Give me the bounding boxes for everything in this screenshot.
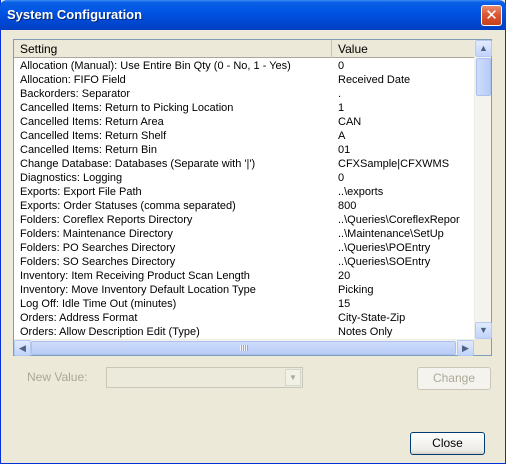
table-row[interactable]: Backorders: Separator. — [14, 87, 474, 101]
column-header-value[interactable]: Value — [332, 40, 474, 58]
value-cell: Received Date — [338, 74, 411, 86]
table-row[interactable]: Inventory: Item Receiving Product Scan L… — [14, 269, 474, 283]
window-title: System Configuration — [7, 7, 143, 22]
table-row[interactable]: Folders: PO Searches Directory ..\Queries… — [14, 241, 474, 255]
window-close-icon[interactable]: ✕ — [481, 5, 502, 26]
horizontal-scrollbar[interactable]: ◀ ▶ — [14, 339, 474, 356]
table-row[interactable]: Cancelled Items: Return to Picking Locat… — [14, 101, 474, 115]
system-configuration-dialog: System Configuration ✕ Setting Value All… — [0, 0, 506, 464]
vertical-scrollbar[interactable]: ▲ ▼ — [474, 40, 492, 339]
value-cell: 20 — [338, 270, 351, 282]
value-cell: ..\exports — [338, 186, 384, 198]
setting-cell: Exports: Order Statuses (comma separated… — [20, 200, 236, 212]
scrollbar-corner — [474, 339, 491, 355]
table-row[interactable]: Folders: Maintenance Directory ..\Mainten… — [14, 227, 474, 241]
setting-cell: Folders: SO Searches Directory — [20, 256, 176, 268]
settings-list[interactable]: Setting Value Allocation (Manual): Use E… — [13, 39, 492, 356]
table-row[interactable]: Cancelled Items: Return Bin 01 — [14, 143, 474, 157]
scroll-right-icon[interactable]: ▶ — [457, 340, 474, 356]
setting-cell: Log Off: Idle Time Out (minutes) — [20, 298, 177, 310]
table-row[interactable]: Cancelled Items: Return Shelf A — [14, 129, 474, 143]
table-row[interactable]: Exports: Export File Path ..\exports — [14, 185, 474, 199]
setting-cell: Cancelled Items: Return to Picking Locat… — [20, 102, 234, 114]
value-cell: 01 — [338, 144, 351, 156]
table-row[interactable]: Orders: Allow Description Edit (Type) Not… — [14, 325, 474, 339]
value-cell: 15 — [338, 298, 351, 310]
table-row[interactable]: Diagnostics: Logging 0 — [14, 171, 474, 185]
list-rows: Allocation (Manual): Use Entire Bin Qty … — [14, 59, 474, 341]
value-cell: 0 — [338, 60, 345, 72]
setting-cell: Exports: Export File Path — [20, 186, 142, 198]
value-cell: 0 — [338, 172, 345, 184]
scroll-up-icon[interactable]: ▲ — [475, 40, 492, 57]
title-bar[interactable]: System Configuration ✕ — [0, 0, 506, 30]
scroll-left-icon[interactable]: ◀ — [14, 340, 31, 356]
value-cell: 1 — [338, 102, 345, 114]
table-row[interactable]: Log Off: Idle Time Out (minutes) 15 — [14, 297, 474, 311]
setting-cell: Cancelled Items: Return Area — [20, 116, 164, 128]
setting-cell: Allocation (Manual): Use Entire Bin Qty … — [20, 60, 291, 72]
table-row[interactable]: Allocation (Manual): Use Entire Bin Qty … — [14, 59, 474, 73]
table-row[interactable]: Folders: Coreflex Reports Directory ..\Qu… — [14, 213, 474, 227]
setting-cell: Diagnostics: Logging — [20, 172, 123, 184]
value-cell: ..\Queries\POEntry — [338, 242, 431, 254]
value-cell: 800 — [338, 200, 357, 212]
setting-cell: Folders: PO Searches Directory — [20, 242, 176, 254]
value-cell: . — [338, 88, 342, 100]
value-cell: CFXSample|CFXWMS — [338, 158, 450, 170]
setting-cell: Inventory: Item Receiving Product Scan L… — [20, 270, 250, 282]
value-cell: A — [338, 130, 346, 142]
table-row[interactable]: Exports: Order Statuses (comma separated… — [14, 199, 474, 213]
close-button[interactable]: Close — [410, 432, 485, 455]
setting-cell: Orders: Address Format — [20, 312, 138, 324]
setting-cell: Cancelled Items: Return Shelf — [20, 130, 167, 142]
value-cell: ..\Queries\SOEntry — [338, 256, 431, 268]
value-cell: ..\Maintenance\SetUp — [338, 228, 444, 240]
new-value-combobox[interactable]: ▼ — [106, 367, 303, 388]
dropdown-arrow-icon[interactable]: ▼ — [285, 369, 301, 386]
table-row[interactable]: Allocation: FIFO Field Received Date — [14, 73, 474, 87]
setting-cell: Inventory: Move Inventory Default Locati… — [20, 284, 256, 296]
table-row[interactable]: Folders: SO Searches Directory ..\Queries… — [14, 255, 474, 269]
value-cell: City-State-Zip — [338, 312, 406, 324]
setting-cell: Folders: Maintenance Directory — [20, 228, 173, 240]
column-header-setting[interactable]: Setting — [14, 40, 332, 58]
change-button[interactable]: Change — [417, 367, 491, 390]
setting-cell: Folders: Coreflex Reports Directory — [20, 214, 193, 226]
setting-cell: Allocation: FIFO Field — [20, 74, 126, 86]
new-value-label: New Value: — [27, 370, 88, 384]
setting-cell: Backorders: Separator — [20, 88, 131, 100]
table-row[interactable]: Cancelled Items: Return Area CAN — [14, 115, 474, 129]
horizontal-scroll-thumb[interactable] — [31, 341, 456, 355]
grip-icon — [239, 345, 248, 351]
scroll-down-icon[interactable]: ▼ — [475, 322, 492, 339]
value-cell: Notes Only — [338, 326, 393, 338]
setting-cell: Cancelled Items: Return Bin — [20, 144, 157, 156]
setting-cell: Orders: Allow Description Edit (Type) — [20, 326, 200, 338]
setting-cell: Change Database: Databases (Separate wit… — [20, 158, 256, 170]
vertical-scroll-thumb[interactable] — [476, 58, 491, 96]
table-row[interactable]: Orders: Address Format City-State-Zip — [14, 311, 474, 325]
table-row[interactable]: Inventory: Move Inventory Default Locati… — [14, 283, 474, 297]
value-cell: ..\Queries\CoreflexRepor — [338, 214, 460, 226]
table-row[interactable]: Change Database: Databases (Separate wit… — [14, 157, 474, 171]
list-header: Setting Value — [14, 40, 474, 58]
value-cell: Picking — [338, 284, 374, 296]
value-cell: CAN — [338, 116, 362, 128]
